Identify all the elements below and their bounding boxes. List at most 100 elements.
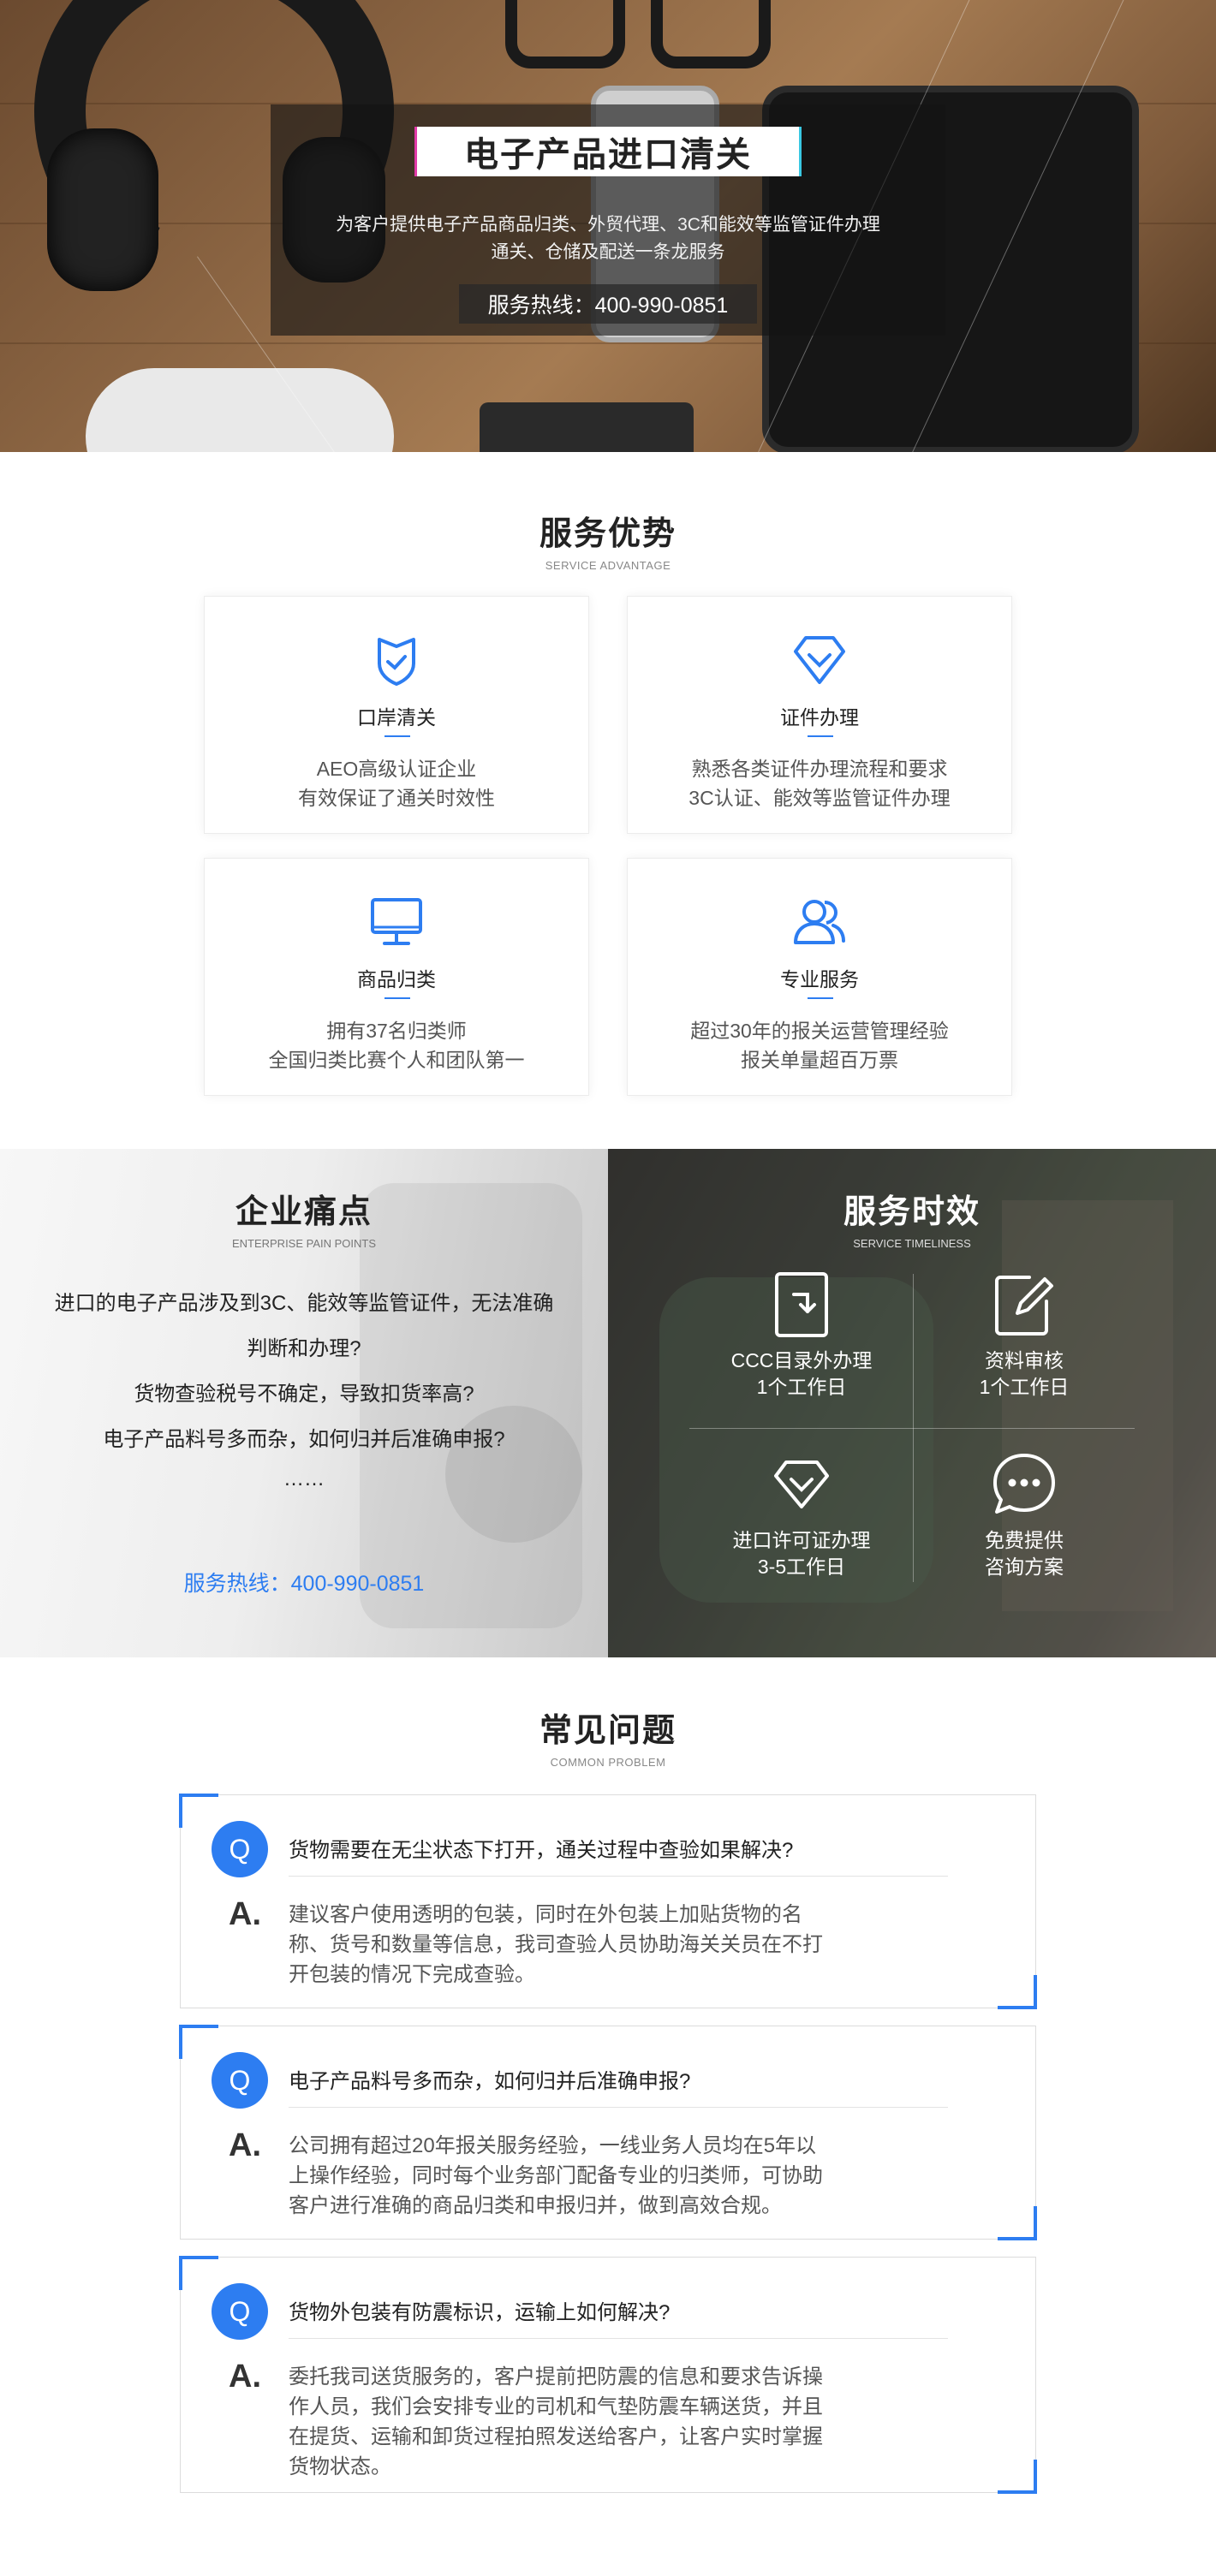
chat-bubble-icon: [913, 1450, 1136, 1519]
corner-accent: [179, 1794, 218, 1828]
card-desc: 全国归类比赛个人和团队第一: [268, 1049, 525, 1071]
powerbank-image: [480, 402, 694, 452]
card-desc: 报关单量超百万票: [741, 1049, 898, 1071]
faq-item: Q 货物外包装有防震标识，运输上如何解决? A. 委托我司送货服务的，客户提前把…: [179, 2256, 1037, 2494]
pain-line: 电子产品料号多而杂，如何归并后准确申报?: [103, 1428, 505, 1451]
answer-line: 作人员，我们会安排专业的司机和气垫防震车辆送货，并且: [289, 2395, 823, 2418]
pain-line: 进口的电子产品涉及到3C、能效等监管证件，无法准确: [54, 1292, 554, 1315]
faq-answer: 公司拥有超过20年报关服务经验，一线业务人员均在5年以 上操作经验，同时每个业务…: [289, 2131, 922, 2221]
grid-divider: [689, 1428, 1135, 1429]
timeliness-label: 免费提供: [985, 1529, 1064, 1551]
answer-badge: A.: [229, 2359, 261, 2395]
answer-line: 公司拥有超过20年报关服务经验，一线业务人员均在5年以: [289, 2134, 817, 2157]
faq-divider: [289, 2338, 948, 2339]
hero-title: 电子产品进口清关: [414, 127, 802, 176]
card-desc: 超过30年的报关运营管理经验: [690, 1020, 949, 1042]
faq-question[interactable]: 货物需要在无尘状态下打开，通关过程中查验如果解决?: [289, 1833, 793, 1863]
pain-line: 判断和办理?: [247, 1337, 361, 1360]
card-desc: 有效保证了通关时效性: [298, 787, 495, 809]
shield-check-icon: [205, 629, 588, 691]
corner-accent: [998, 2206, 1037, 2240]
pain-title: 企业痛点 ENTERPRISE PAIN POINTS: [0, 1185, 608, 1250]
pain-points-panel: 企业痛点 ENTERPRISE PAIN POINTS 进口的电子产品涉及到3C…: [0, 1149, 608, 1657]
hero-banner: 电子产品进口清关 为客户提供电子产品商品归类、外贸代理、3C和能效等监管证件办理…: [0, 0, 1216, 452]
card-divider: [384, 997, 410, 999]
faq-divider: [289, 1876, 948, 1877]
monitor-icon: [205, 891, 588, 953]
pain-hotline[interactable]: 服务热线：400-990-0851: [0, 1567, 608, 1597]
faq-question[interactable]: 电子产品料号多而杂，如何归并后准确申报?: [289, 2064, 690, 2094]
timeliness-label: CCC目录外办理: [730, 1349, 873, 1371]
document-arrow-icon: [690, 1270, 913, 1339]
hero-subtitle: 通关、仓储及配送一条龙服务: [491, 242, 725, 262]
card-desc: 3C认证、能效等监管证件办理: [688, 787, 951, 809]
card-desc: 熟悉各类证件办理流程和要求: [691, 758, 948, 780]
game-controller-image: [86, 368, 394, 452]
card-title: 专业服务: [780, 968, 859, 991]
diamond-icon: [628, 629, 1011, 691]
advantage-heading: 服务优势 SERVICE ADVANTAGE: [0, 507, 1216, 572]
advantage-card-port: 口岸清关 AEO高级认证企业 有效保证了通关时效性: [204, 596, 589, 834]
pain-line: ……: [283, 1467, 325, 1490]
answer-badge: A.: [229, 1896, 261, 1932]
timeliness-item-license: 进口许可证办理 3-5工作日: [690, 1450, 913, 1580]
section-subtitle: COMMON PROBLEM: [550, 1756, 666, 1769]
timeliness-value: 1个工作日: [756, 1376, 847, 1398]
timeliness-label: 进口许可证办理: [732, 1529, 871, 1551]
faq-answer: 建议客户使用透明的包装，同时在外包装上加贴货物的名 称、货号和数量等信息，我司查…: [289, 1900, 922, 1990]
advantage-card-professional: 专业服务 超过30年的报关运营管理经验 报关单量超百万票: [627, 858, 1012, 1096]
edit-icon: [913, 1270, 1136, 1339]
timeliness-item-review: 资料审核 1个工作日: [913, 1270, 1136, 1401]
section-title: 服务优势: [539, 516, 677, 552]
glasses-image: [651, 0, 771, 68]
timeliness-heading: 服务时效 SERVICE TIMELINESS: [608, 1185, 1216, 1250]
timeliness-value: 1个工作日: [979, 1376, 1070, 1398]
section-subtitle: SERVICE TIMELINESS: [853, 1237, 971, 1250]
corner-accent: [998, 2460, 1037, 2494]
answer-line: 在提货、运输和卸货过程拍照发送给客户，让客户实时掌握: [289, 2425, 823, 2448]
hero-subtitle: 为客户提供电子产品商品归类、外贸代理、3C和能效等监管证件办理: [336, 215, 880, 235]
section-title: 企业痛点: [235, 1194, 373, 1230]
question-badge: Q: [212, 1821, 268, 1877]
diamond-icon: [690, 1450, 913, 1519]
faq-answer: 委托我司送货服务的，客户提前把防震的信息和要求告诉操 作人员，我们会安排专业的司…: [289, 2362, 922, 2482]
hero-hotline[interactable]: 服务热线：400-990-0851: [459, 284, 757, 324]
headphone-cup-image: [47, 128, 158, 291]
timeliness-item-ccc: CCC目录外办理 1个工作日: [690, 1270, 913, 1401]
advantage-card-certificate: 证件办理 熟悉各类证件办理流程和要求 3C认证、能效等监管证件办理: [627, 596, 1012, 834]
answer-line: 建议客户使用透明的包装，同时在外包装上加贴货物的名: [289, 1903, 802, 1926]
card-divider: [384, 735, 410, 737]
timeliness-panel: 服务时效 SERVICE TIMELINESS: [608, 1149, 1216, 1657]
pain-line: 货物查验税号不确定，导致扣货率高?: [134, 1383, 474, 1406]
users-icon: [628, 891, 1011, 953]
faq-divider: [289, 2107, 948, 2108]
timeliness-item-consult: 免费提供 咨询方案: [913, 1450, 1136, 1580]
timeliness-label: 资料审核: [985, 1349, 1064, 1371]
section-title: 常见问题: [539, 1713, 677, 1749]
card-desc: 拥有37名归类师: [326, 1020, 467, 1042]
answer-badge: A.: [229, 2127, 261, 2163]
answer-line: 委托我司送货服务的，客户提前把防震的信息和要求告诉操: [289, 2365, 823, 2389]
answer-line: 开包装的情况下完成查验。: [289, 1963, 535, 1986]
faq-heading: 常见问题 COMMON PROBLEM: [0, 1704, 1216, 1769]
answer-line: 客户进行准确的商品归类和申报归并，做到高效合规。: [289, 2194, 782, 2217]
faq-item: Q 电子产品料号多而杂，如何归并后准确申报? A. 公司拥有超过20年报关服务经…: [179, 2025, 1037, 2240]
answer-line: 上操作经验，同时每个业务部门配备专业的归类师，可协助: [289, 2164, 823, 2187]
glasses-image: [505, 0, 625, 68]
corner-accent: [179, 2025, 218, 2059]
card-divider: [808, 735, 833, 737]
card-title: 商品归类: [357, 968, 436, 991]
faq-question[interactable]: 货物外包装有防震标识，运输上如何解决?: [289, 2295, 670, 2325]
answer-line: 称、货号和数量等信息，我司查验人员协助海关关员在不打: [289, 1933, 823, 1956]
advantage-card-classification: 商品归类 拥有37名归类师 全国归类比赛个人和团队第一: [204, 858, 589, 1096]
card-desc: AEO高级认证企业: [316, 758, 477, 780]
timeliness-value: 3-5工作日: [757, 1556, 846, 1578]
faq-item: Q 货物需要在无尘状态下打开，通关过程中查验如果解决? A. 建议客户使用透明的…: [179, 1794, 1037, 2009]
section-subtitle: SERVICE ADVANTAGE: [545, 559, 671, 572]
card-title: 证件办理: [780, 706, 859, 729]
question-badge: Q: [212, 2052, 268, 2109]
timeliness-value: 咨询方案: [985, 1556, 1064, 1578]
section-title: 服务时效: [843, 1194, 981, 1230]
answer-line: 货物状态。: [289, 2455, 391, 2478]
corner-accent: [179, 2256, 218, 2290]
